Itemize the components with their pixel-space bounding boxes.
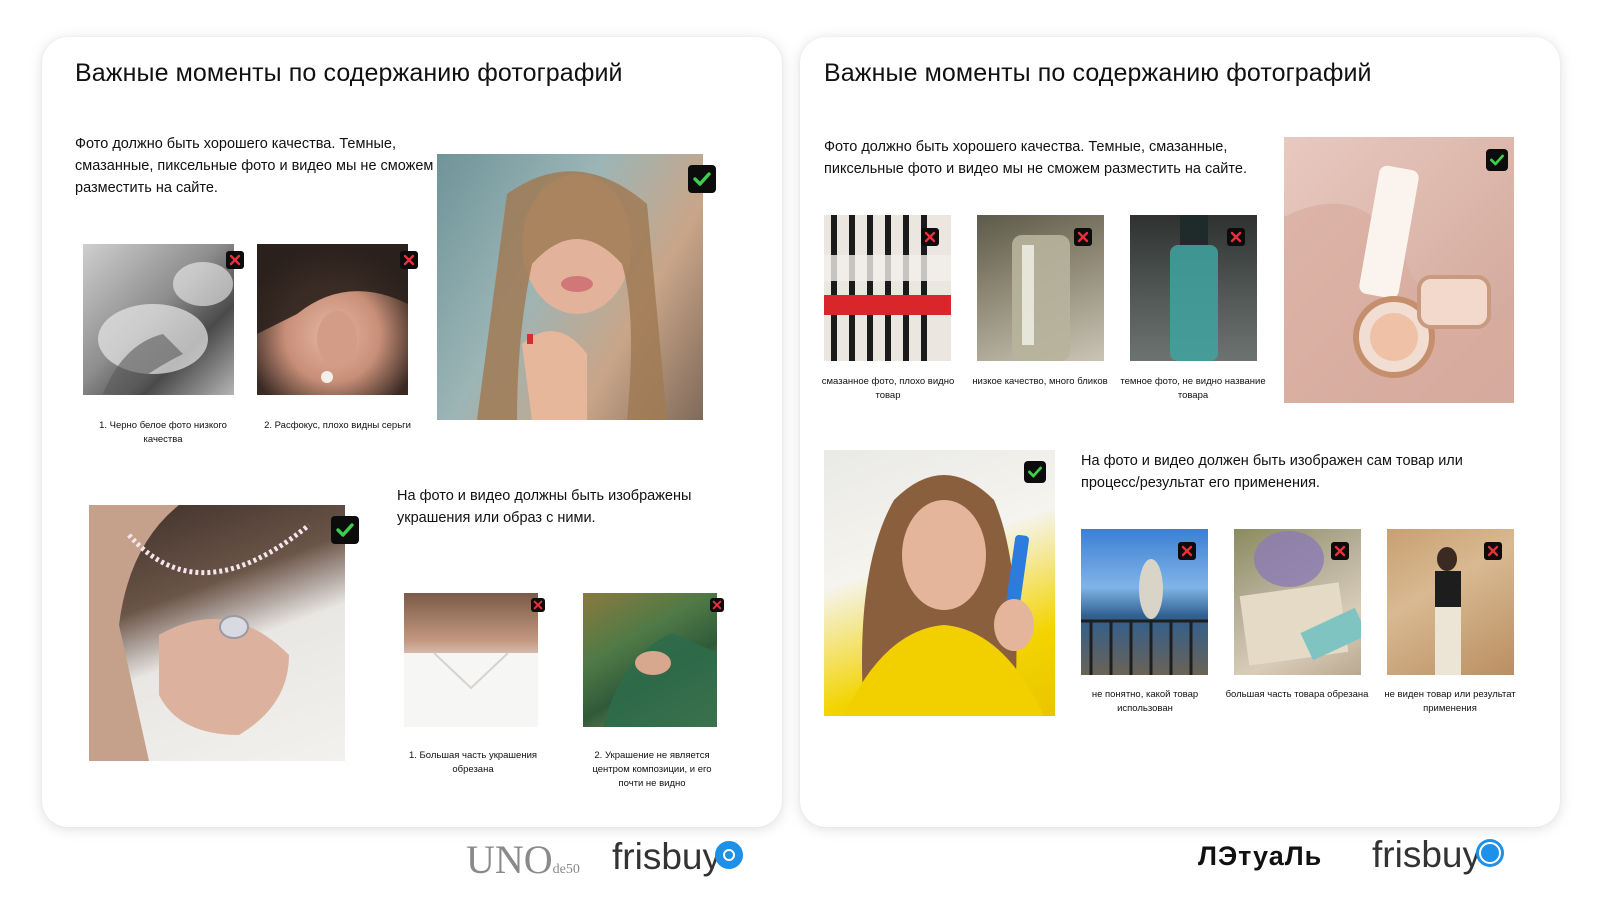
cross-icon: [1178, 542, 1196, 560]
frisbuy-dot-icon: [1476, 839, 1504, 867]
good-photo-cosmetics: [1284, 137, 1514, 403]
right-bad-caption-1: смазанное фото, плохо видно товар: [821, 376, 955, 401]
bad-photo-white-shirt: [404, 593, 538, 727]
good-photo-girl-product: [824, 450, 1055, 716]
check-icon: [688, 165, 716, 193]
check-icon: [1024, 461, 1046, 483]
frisbuy-logo-left: frisbuy: [612, 836, 721, 877]
check-icon: [331, 516, 359, 544]
cross-icon: [226, 251, 244, 269]
cross-icon: [531, 598, 545, 612]
bad-photo-ear: [257, 244, 408, 395]
left-section2-text: На фото и видео должны быть изображены у…: [397, 488, 692, 526]
left-guideline-card: Важные моменты по содержанию фотографий …: [42, 37, 782, 827]
right-intro-text: Фото должно быть хорошего качества. Темн…: [824, 139, 1247, 177]
uno-de50-logo: UNOde50: [466, 837, 580, 882]
right-title: Важные моменты по содержанию фотографий: [824, 59, 1372, 87]
right-bad-caption-5: большая часть товара обрезана: [1225, 689, 1369, 700]
left-title: Важные моменты по содержанию фотографий: [75, 59, 623, 87]
cross-icon: [1074, 228, 1092, 246]
frisbuy-dot-icon: [715, 841, 743, 869]
right-guideline-card: Важные моменты по содержанию фотографий …: [800, 37, 1560, 827]
good-photo-necklace: [89, 505, 345, 761]
right-section2-text: На фото и видео должен быть изображен са…: [1081, 453, 1463, 491]
cross-icon: [710, 598, 724, 612]
right-bad-caption-3: темное фото, не видно название товара: [1120, 376, 1266, 401]
cross-icon: [1484, 542, 1502, 560]
bad-caption-1: 1. Черно белое фото низкого качества: [99, 420, 227, 445]
bad-caption-3: 1. Большая часть украшения обрезана: [408, 750, 538, 775]
cross-icon: [1227, 228, 1245, 246]
cross-icon: [921, 228, 939, 246]
right-bad-caption-2: низкое качество, много бликов: [972, 376, 1108, 387]
left-intro-text: Фото должно быть хорошего качества. Темн…: [75, 136, 434, 196]
bad-caption-2: 2. Расфокус, плохо видны серьги: [264, 420, 411, 431]
cross-icon: [1331, 542, 1349, 560]
letual-logo: ЛЭтуаЛь: [1198, 841, 1323, 871]
frisbuy-logo-right: frisbuy: [1372, 834, 1481, 875]
good-photo-portrait: [437, 154, 703, 420]
bad-photo-bw-hand: [83, 244, 234, 395]
right-bad-caption-6: не виден товар или результат применения: [1384, 689, 1516, 714]
check-icon: [1486, 149, 1508, 171]
bad-caption-4: 2. Украшение не является центром компози…: [592, 750, 712, 789]
right-bad-caption-4: не понятно, какой товар использован: [1091, 689, 1199, 714]
cross-icon: [400, 251, 418, 269]
bad-photo-green-dress: [583, 593, 717, 727]
